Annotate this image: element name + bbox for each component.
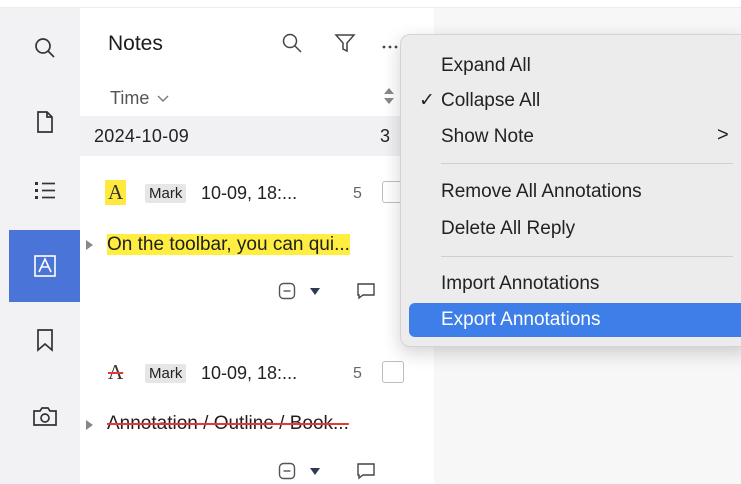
menu-item-remove-all-annotations[interactable]: Remove All Annotations <box>401 175 741 209</box>
search-icon <box>282 33 302 53</box>
checkmark-icon: ✓ <box>419 90 435 111</box>
panel-filter-button[interactable] <box>332 30 358 56</box>
date-group-count: 3 <box>380 126 391 146</box>
menu-item-delete-all-reply[interactable]: Delete All Reply <box>401 212 741 246</box>
filter-icon <box>334 34 356 53</box>
date-group-date: 2024-10-09 <box>94 126 190 146</box>
strikethrough-type-icon: A <box>108 360 124 384</box>
annotation-item[interactable]: A Mark 10-09, 18:... 5 On the toolbar, y… <box>80 176 434 312</box>
rail-search-button[interactable] <box>9 12 80 84</box>
panel-title: Notes <box>108 32 163 55</box>
left-toolbar-rail <box>0 8 80 484</box>
sort-dropdown[interactable]: Time <box>110 88 169 109</box>
comment-icon[interactable] <box>356 462 376 480</box>
expand-caret-icon[interactable] <box>86 420 93 430</box>
annotation-checkbox[interactable] <box>382 361 404 383</box>
note-status-icon[interactable] <box>278 462 296 480</box>
camera-icon <box>32 407 57 426</box>
more-icon <box>382 45 398 49</box>
status-dropdown-icon[interactable] <box>310 467 320 475</box>
date-group-header[interactable]: 2024-10-09 3 <box>80 116 434 156</box>
menu-item-import-annotations[interactable]: Import Annotations <box>401 267 741 301</box>
annotation-timestamp: 10-09, 18:... <box>201 183 298 203</box>
annotation-author-tag: Mark <box>145 184 187 203</box>
comment-icon[interactable] <box>356 282 376 300</box>
rail-outline-button[interactable] <box>9 154 80 226</box>
menu-separator <box>441 163 733 164</box>
annotation-timestamp: 10-09, 18:... <box>201 363 298 383</box>
rail-annotations-button[interactable] <box>9 230 80 302</box>
bookmark-icon <box>36 329 53 352</box>
menu-separator <box>441 256 733 257</box>
list-icon <box>34 182 55 199</box>
menu-item-expand-all[interactable]: Expand All <box>401 49 741 83</box>
menu-item-export-annotations[interactable]: Export Annotations <box>409 303 741 337</box>
top-border <box>0 0 741 8</box>
rail-snapshot-button[interactable] <box>9 380 80 452</box>
annotation-page-number: 5 <box>353 365 362 382</box>
page-icon <box>36 111 53 133</box>
panel-search-button[interactable] <box>279 30 305 56</box>
annotation-page-number: 5 <box>353 185 362 202</box>
submenu-arrow-icon: > <box>717 124 729 146</box>
search-icon <box>34 38 55 58</box>
sort-arrows-icon <box>384 88 394 104</box>
sort-label: Time <box>110 88 150 108</box>
note-status-icon[interactable] <box>278 282 296 300</box>
status-dropdown-icon[interactable] <box>310 287 320 295</box>
annotation-text: Annotation / Outline / Book... <box>107 413 349 434</box>
rail-pages-button[interactable] <box>9 86 80 158</box>
menu-item-collapse-all[interactable]: ✓ Collapse All <box>401 84 741 118</box>
sort-order-toggle[interactable] <box>382 86 396 111</box>
more-options-menu: Expand All ✓ Collapse All Show Note > Re… <box>400 34 741 347</box>
expand-caret-icon[interactable] <box>86 240 93 250</box>
annotation-author-tag: Mark <box>145 364 187 383</box>
rail-bookmarks-button[interactable] <box>9 304 80 376</box>
annotation-icon <box>33 255 56 277</box>
menu-item-show-note[interactable]: Show Note > <box>401 120 741 154</box>
highlight-type-icon: A <box>105 180 127 205</box>
annotation-text: On the toolbar, you can qui... <box>107 234 350 255</box>
annotation-item[interactable]: A Mark 10-09, 18:... 5 Annotation / Outl… <box>80 356 434 484</box>
chevron-down-icon <box>157 95 169 102</box>
